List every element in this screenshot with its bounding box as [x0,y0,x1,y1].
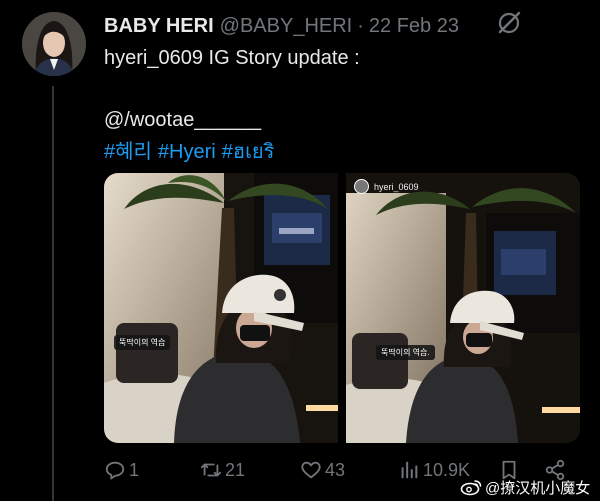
views-icon [401,461,418,479]
media-photo-left[interactable]: 뚝딱이의 역습 [104,173,338,443]
retweet-count: 21 [225,459,246,480]
display-name[interactable]: BABY HERI [104,15,214,38]
user-handle[interactable]: @BABY_HERI [220,15,353,38]
story-caption: 뚝딱이의 역습. [376,345,435,360]
reply-icon [105,461,125,480]
separator-dot: · [357,14,364,37]
tweet: BABY HERI @BABY_HERI · 22 Feb 23 hyeri_0… [0,0,600,501]
reply-button[interactable]: 1 [104,455,139,485]
media-photo-right[interactable]: hyeri_0609 뚝딱이의 역습. [346,173,580,443]
story-username: hyeri_0609 [374,181,419,192]
thread-line [52,86,54,501]
like-button[interactable]: 43 [300,455,345,485]
weibo-icon [460,480,482,496]
tweet-text-line: hyeri_0609 IG Story update : [104,47,360,69]
watermark-text: @撩汉机小魔女 [485,479,591,497]
story-caption: 뚝딱이의 역습 [114,335,171,350]
tweet-mention[interactable]: @/wootae______ [104,108,574,132]
tweet-date[interactable]: 22 Feb 23 [369,15,459,38]
hashtag-link[interactable]: #Hyeri [158,141,216,163]
story-header: hyeri_0609 [354,179,419,194]
hashtag-link[interactable]: #혜리 [104,141,152,163]
retweet-icon [200,463,222,477]
photo-right-image [346,173,580,443]
avatar-image [22,12,86,76]
hashtag-link[interactable]: #ฮเยริ [222,141,275,163]
like-count: 43 [325,459,346,480]
weibo-watermark: @撩汉机小魔女 [460,476,590,498]
retweet-button[interactable]: 21 [200,455,245,485]
tweet-media: 뚝딱이의 역습 hyeri_0609 뚝딱이의 역습. [104,173,580,443]
reply-count: 1 [129,459,140,480]
heart-icon [301,461,321,479]
tweet-hashtags: #혜리 #Hyeri #ฮเยริ [104,140,574,164]
photo-left-image [104,173,338,443]
story-avatar [354,179,369,194]
avatar[interactable] [22,12,86,76]
grok-icon[interactable] [496,10,522,36]
